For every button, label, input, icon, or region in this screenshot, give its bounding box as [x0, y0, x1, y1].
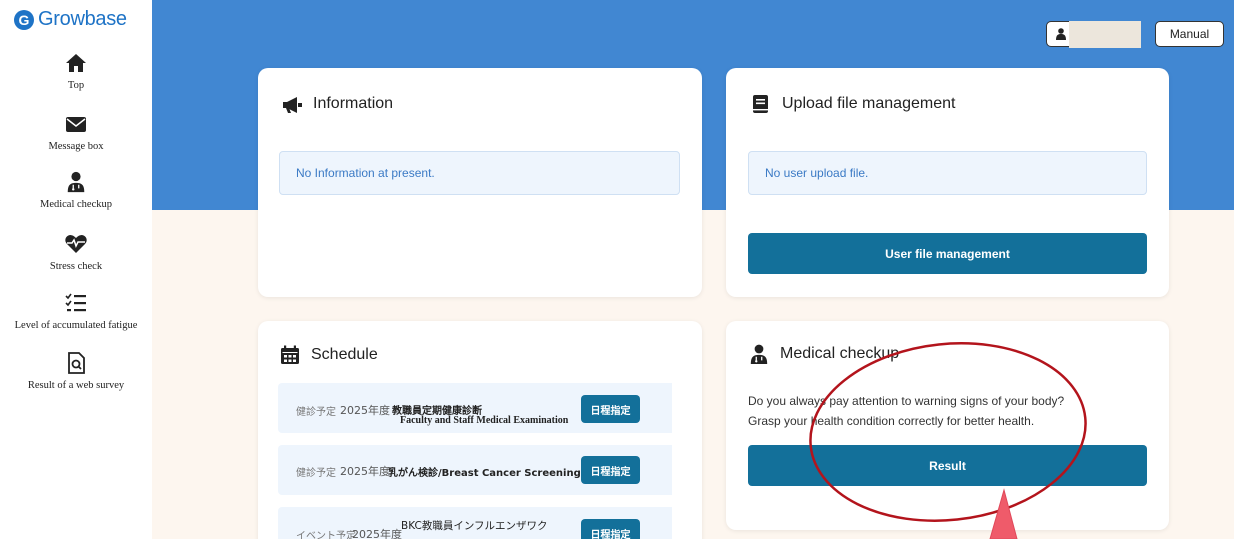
- medical-checkup-card: Medical checkup Do you always pay attent…: [726, 321, 1169, 530]
- schedule-date-button[interactable]: 日程指定: [581, 395, 640, 423]
- sidebar-item-medical-checkup[interactable]: Medical checkup: [0, 171, 152, 210]
- schedule-tag: イベント予定: [296, 531, 356, 539]
- redacted-username: [1069, 21, 1141, 48]
- schedule-title-row: Schedule: [279, 345, 378, 365]
- brand[interactable]: G Growbase: [14, 8, 127, 31]
- upload-notice: No user upload file.: [748, 151, 1147, 195]
- schedule-date-button[interactable]: 日程指定: [581, 456, 640, 484]
- information-notice: No Information at present.: [279, 151, 680, 195]
- schedule-title-text: 乳がん検診/Breast Cancer Screening: [388, 468, 581, 479]
- medical-description-line-1: Do you always pay attention to warning s…: [748, 394, 1065, 408]
- calendar-icon: [281, 345, 299, 364]
- schedule-date-button[interactable]: 日程指定: [581, 519, 640, 539]
- schedule-scrollbar[interactable]: [672, 377, 678, 539]
- medical-description: Do you always pay attention to warning s…: [748, 391, 1064, 431]
- information-title-row: Information: [281, 94, 393, 114]
- book-icon: [753, 95, 768, 113]
- growbase-logo-icon: G: [14, 9, 34, 30]
- user-menu-button[interactable]: [1046, 21, 1141, 48]
- information-card: Information No Information at present.: [258, 68, 702, 297]
- schedule-subtitle: Faculty and Staff Medical Examination: [400, 415, 569, 426]
- schedule-tag: 健診予定: [296, 407, 336, 418]
- medical-description-line-2: Grasp your health condition correctly fo…: [748, 414, 1035, 428]
- schedule-item[interactable]: イベント予定 2025年度 BKC教職員インフルエンザワク 日程指定: [278, 507, 678, 539]
- sidebar-item-message-box[interactable]: Message box: [0, 113, 152, 152]
- sidebar-item-stress-check[interactable]: Stress check: [0, 233, 152, 272]
- schedule-list[interactable]: 健診予定 2025年度 教職員定期健康診断 Faculty and Staff …: [262, 377, 678, 539]
- upload-title: Upload file management: [782, 95, 956, 112]
- user-file-management-button[interactable]: User file management: [748, 233, 1147, 274]
- medical-title: Medical checkup: [780, 345, 900, 362]
- brand-name: Growbase: [38, 8, 127, 30]
- sidebar-item-label: Level of accumulated fatigue: [14, 320, 138, 331]
- megaphone-icon: [283, 97, 302, 113]
- checklist-icon: [65, 293, 86, 312]
- sidebar-item-label: Top: [67, 80, 85, 91]
- sidebar-item-web-survey[interactable]: Result of a web survey: [0, 352, 152, 391]
- sidebar-item-label: Stress check: [49, 261, 103, 272]
- home-icon: [66, 54, 86, 72]
- information-title: Information: [313, 95, 394, 112]
- schedule-list-fade: [262, 377, 678, 383]
- sidebar-item-label: Result of a web survey: [27, 380, 125, 391]
- survey-doc-icon: [68, 352, 85, 374]
- sidebar: G Growbase Top Message box Medical check…: [0, 0, 152, 539]
- schedule-item[interactable]: 健診予定 2025年度 教職員定期健康診断 Faculty and Staff …: [278, 383, 678, 433]
- doctor-icon: [750, 344, 768, 364]
- manual-button[interactable]: Manual: [1155, 21, 1224, 47]
- schedule-item[interactable]: 健診予定 2025年度 乳がん検診/Breast Cancer Screenin…: [278, 445, 678, 495]
- upload-card: Upload file management No user upload fi…: [726, 68, 1169, 297]
- user-icon: [1056, 28, 1066, 40]
- schedule-year: 2025年度: [340, 465, 390, 478]
- sidebar-item-fatigue[interactable]: Level of accumulated fatigue: [0, 292, 152, 331]
- schedule-year: 2025年度: [352, 528, 402, 539]
- medical-title-row: Medical checkup: [748, 344, 899, 364]
- sidebar-item-label: Message box: [48, 141, 104, 152]
- schedule-tag: 健診予定: [296, 468, 336, 479]
- doctor-icon: [67, 171, 85, 193]
- schedule-year: 2025年度: [340, 404, 390, 417]
- heartbeat-icon: [65, 235, 87, 253]
- sidebar-item-top[interactable]: Top: [0, 52, 152, 91]
- upload-title-row: Upload file management: [750, 94, 955, 114]
- schedule-title-text: BKC教職員インフルエンザワク: [401, 520, 548, 532]
- envelope-icon: [66, 117, 86, 132]
- schedule-title: Schedule: [311, 346, 378, 363]
- result-button[interactable]: Result: [748, 445, 1147, 486]
- sidebar-item-label: Medical checkup: [39, 199, 112, 210]
